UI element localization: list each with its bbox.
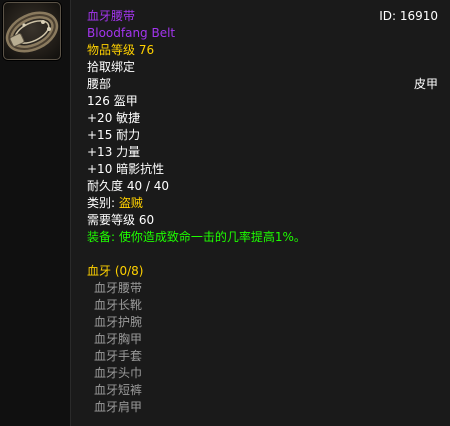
slot-text: 腰部: [87, 77, 112, 91]
required-level: 需要等级 60: [87, 213, 155, 227]
class-value: 盗贼: [118, 196, 143, 210]
belt-icon[interactable]: [3, 2, 61, 60]
icon-column: [0, 0, 70, 426]
class-label: 类别:: [87, 196, 119, 210]
item-name-english: Bloodfang Belt: [87, 26, 176, 40]
set-piece[interactable]: 血牙头巾: [94, 365, 142, 382]
class-requirement: 类别: 盗贼: [87, 195, 143, 212]
set-title[interactable]: 血牙 (0/8): [87, 263, 144, 280]
set-piece[interactable]: 血牙短裤: [94, 382, 142, 399]
set-piece[interactable]: 血牙手套: [94, 348, 142, 365]
stat-strength: +13 力量: [87, 145, 141, 159]
binding-text: 拾取绑定: [87, 60, 136, 74]
item-name: 血牙腰带: [87, 9, 136, 23]
item-level: 物品等级 76: [87, 43, 155, 57]
set-piece[interactable]: 血牙肩甲: [94, 399, 142, 416]
set-piece[interactable]: 血牙胸甲: [94, 331, 142, 348]
stat-stamina: +15 耐力: [87, 128, 141, 142]
set-piece[interactable]: 血牙腰带: [94, 280, 142, 297]
set-piece[interactable]: 血牙长靴: [94, 297, 142, 314]
armor-value: 126 盔甲: [87, 94, 138, 108]
set-piece[interactable]: 血牙护腕: [94, 314, 142, 331]
equip-effect: 装备: 使你造成致命一击的几率提高1%。: [87, 230, 306, 244]
stat-shadow-resistance: +10 暗影抗性: [87, 162, 165, 176]
stat-agility: +20 敏捷: [87, 111, 141, 125]
armor-type: 皮甲: [413, 77, 438, 91]
item-id: ID: 16910: [379, 9, 438, 23]
durability: 耐久度 40 / 40: [87, 179, 170, 193]
